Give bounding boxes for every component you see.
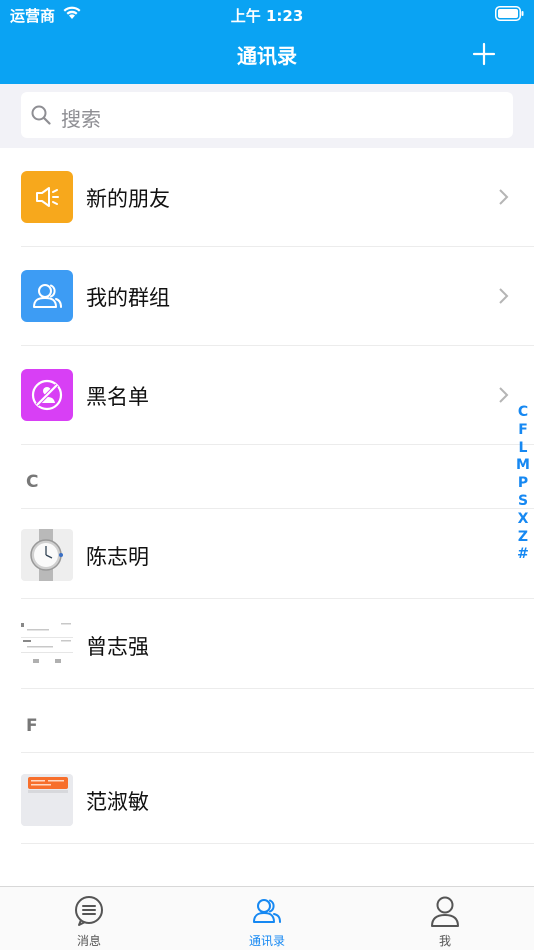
- contact-row[interactable]: 曾志强: [0, 599, 534, 689]
- menu-item-my-groups[interactable]: 我的群组: [0, 247, 534, 346]
- plus-icon[interactable]: [472, 42, 496, 66]
- menu-item-label: 新的朋友: [86, 187, 170, 211]
- contact-name: 曾志强: [86, 635, 149, 659]
- battery-icon: [495, 6, 524, 21]
- status-bar: 运营商 上午 1:23: [0, 0, 534, 28]
- index-letter[interactable]: Z: [512, 529, 534, 547]
- chevron-right-icon: [499, 387, 509, 403]
- block-user-icon: [21, 369, 73, 421]
- index-letter[interactable]: M: [512, 457, 534, 475]
- contact-row[interactable]: 范淑敏: [0, 754, 534, 844]
- index-letter[interactable]: L: [512, 440, 534, 458]
- menu-item-blacklist[interactable]: 黑名单: [0, 346, 534, 445]
- nav-header: 运营商 上午 1:23 通讯录: [0, 0, 534, 84]
- index-letter[interactable]: #: [512, 546, 534, 564]
- tab-profile[interactable]: 我: [356, 887, 534, 950]
- tab-label: 我: [438, 934, 451, 948]
- page-title: 通讯录: [237, 44, 297, 68]
- avatar: [21, 529, 73, 581]
- tab-label: 消息: [76, 934, 101, 948]
- group-icon: [21, 270, 73, 322]
- index-letter[interactable]: X: [512, 511, 534, 529]
- index-letter[interactable]: C: [512, 404, 534, 422]
- index-letter[interactable]: F: [512, 422, 534, 440]
- section-header-f: F: [0, 689, 534, 753]
- contact-row[interactable]: 陈志明: [0, 509, 534, 599]
- divider: [21, 843, 534, 844]
- chevron-right-icon: [499, 189, 509, 205]
- menu-item-label: 我的群组: [86, 286, 170, 310]
- contact-name: 陈志明: [86, 545, 149, 569]
- divider: [21, 752, 534, 753]
- tab-messages[interactable]: 消息: [0, 887, 178, 950]
- avatar: [21, 619, 73, 671]
- search-icon: [31, 105, 51, 125]
- profile-icon: [431, 896, 459, 927]
- section-letter: C: [26, 472, 39, 492]
- contacts-icon: [253, 899, 281, 923]
- tab-bar: 消息 通讯录 我: [0, 886, 534, 950]
- alphabet-index[interactable]: C F L M P S X Z #: [512, 404, 534, 564]
- index-letter[interactable]: S: [512, 493, 534, 511]
- contact-list[interactable]: 新的朋友 我的群组 黑名单 C 陈志明 曾志强 F 范淑敏: [0, 148, 534, 886]
- tab-label: 通讯录: [248, 934, 285, 948]
- avatar: [21, 774, 73, 826]
- tab-contacts[interactable]: 通讯录: [178, 887, 356, 950]
- contact-name: 范淑敏: [86, 790, 149, 814]
- menu-item-new-friends[interactable]: 新的朋友: [0, 148, 534, 247]
- search-area: 搜索: [0, 84, 534, 148]
- index-letter[interactable]: P: [512, 475, 534, 493]
- status-time: 上午 1:23: [230, 7, 304, 25]
- megaphone-icon: [21, 171, 73, 223]
- chevron-right-icon: [499, 288, 509, 304]
- section-letter: F: [26, 716, 38, 736]
- message-icon: [75, 896, 103, 926]
- menu-item-label: 黑名单: [86, 385, 149, 409]
- search-input[interactable]: 搜索: [21, 92, 513, 138]
- search-placeholder: 搜索: [61, 107, 101, 131]
- section-header-c: C: [0, 445, 534, 509]
